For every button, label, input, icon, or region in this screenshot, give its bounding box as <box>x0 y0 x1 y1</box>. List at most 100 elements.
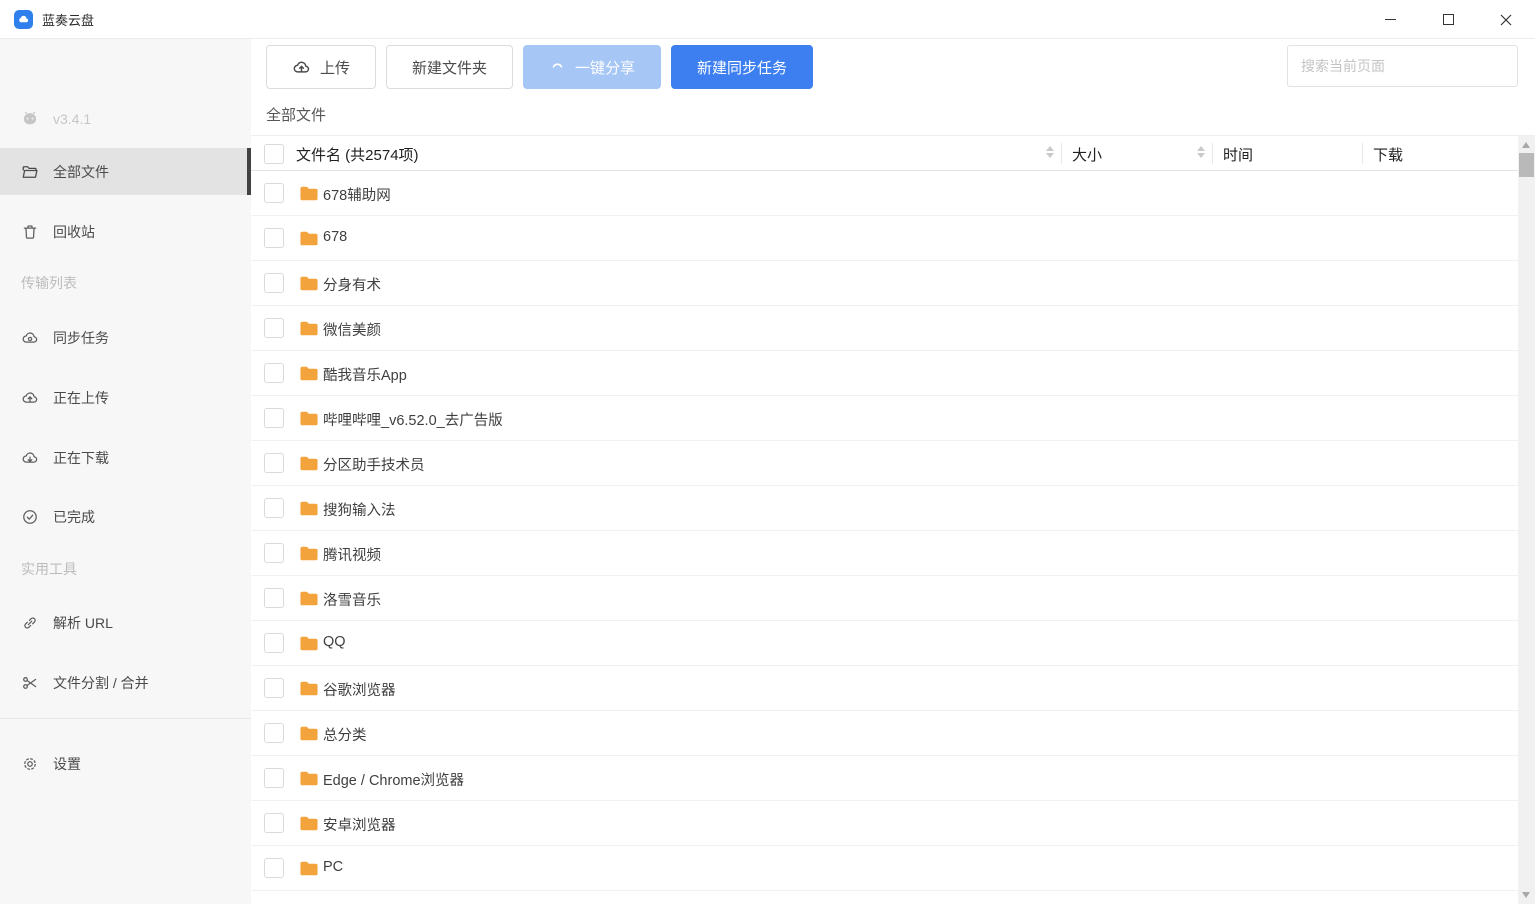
table-row[interactable]: 搜狗输入法 <box>251 486 1518 531</box>
sidebar-item-recycle-bin[interactable]: 回收站 <box>0 209 251 255</box>
file-name[interactable]: 微信美颜 <box>323 319 381 340</box>
folder-icon <box>300 501 318 516</box>
minimize-button[interactable] <box>1361 0 1419 39</box>
file-name[interactable]: 洛雪音乐 <box>323 589 381 610</box>
folder-icon <box>300 726 318 741</box>
file-name[interactable]: 谷歌浏览器 <box>323 679 396 700</box>
file-name[interactable]: PC <box>323 859 343 875</box>
file-name[interactable]: 腾讯视频 <box>323 544 381 565</box>
file-name[interactable]: 678辅助网 <box>323 184 391 205</box>
table-row[interactable]: 安卓浏览器 <box>251 801 1518 846</box>
sort-filename-icon[interactable] <box>1046 146 1054 158</box>
row-checkbox[interactable] <box>264 588 284 608</box>
file-name[interactable]: Edge / Chrome浏览器 <box>323 769 464 790</box>
sidebar-item-downloading[interactable]: 正在下载 <box>0 435 251 481</box>
file-name[interactable]: 搜狗输入法 <box>323 499 396 520</box>
scroll-down-arrow[interactable] <box>1522 892 1530 898</box>
file-name[interactable]: 678 <box>323 229 347 245</box>
row-checkbox[interactable] <box>264 813 284 833</box>
sidebar-item-settings[interactable]: 设置 <box>0 741 251 787</box>
row-checkbox[interactable] <box>264 183 284 203</box>
file-name[interactable]: QQ <box>323 634 346 650</box>
file-name[interactable]: 总分类 <box>323 724 367 745</box>
folder-icon <box>300 366 318 381</box>
sort-size-icon[interactable] <box>1197 146 1205 158</box>
row-checkbox[interactable] <box>264 633 284 653</box>
file-name[interactable]: 分身有术 <box>323 274 381 295</box>
column-header-filename[interactable]: 文件名 (共2574项) <box>296 144 419 165</box>
sidebar-item-split-merge[interactable]: 文件分割 / 合并 <box>0 660 251 706</box>
app-cloud-icon <box>14 10 33 29</box>
table-row[interactable]: 哔哩哔哩_v6.52.0_去广告版 <box>251 396 1518 441</box>
row-checkbox[interactable] <box>264 543 284 563</box>
table-row[interactable]: 腾讯视频 <box>251 531 1518 576</box>
sidebar-item-uploading[interactable]: 正在上传 <box>0 375 251 421</box>
table-row[interactable]: QQ <box>251 621 1518 666</box>
row-checkbox[interactable] <box>264 273 284 293</box>
sidebar-item-completed[interactable]: 已完成 <box>0 494 251 540</box>
quick-share-button[interactable]: 一键分享 <box>523 45 661 89</box>
row-checkbox[interactable] <box>264 498 284 518</box>
table-row[interactable]: PC <box>251 846 1518 891</box>
column-divider <box>1362 143 1363 164</box>
folder-icon <box>300 816 318 831</box>
table-row[interactable]: 678辅助网 <box>251 171 1518 216</box>
close-button[interactable] <box>1477 0 1535 39</box>
new-folder-button[interactable]: 新建文件夹 <box>386 45 513 89</box>
title-bar: 蓝奏云盘 <box>0 0 1535 39</box>
close-icon <box>1500 14 1512 26</box>
sidebar-item-parse-url[interactable]: 解析 URL <box>0 600 251 646</box>
file-name[interactable]: 哔哩哔哩_v6.52.0_去广告版 <box>323 409 503 430</box>
row-checkbox[interactable] <box>264 408 284 428</box>
scrollbar[interactable] <box>1518 136 1535 904</box>
column-header-size[interactable]: 大小 <box>1072 144 1102 165</box>
folder-icon <box>300 861 318 876</box>
row-checkbox[interactable] <box>264 318 284 338</box>
table-row[interactable]: 总分类 <box>251 711 1518 756</box>
row-checkbox[interactable] <box>264 723 284 743</box>
row-checkbox[interactable] <box>264 228 284 248</box>
sidebar-item-all-files[interactable]: 全部文件 <box>0 148 251 195</box>
quick-share-button-label: 一键分享 <box>575 57 635 78</box>
table-row[interactable]: 678 <box>251 216 1518 261</box>
row-checkbox[interactable] <box>264 858 284 878</box>
table-row[interactable]: Edge / Chrome浏览器 <box>251 756 1518 801</box>
row-checkbox[interactable] <box>264 768 284 788</box>
folder-icon <box>300 681 318 696</box>
new-folder-button-label: 新建文件夹 <box>412 57 487 78</box>
sidebar-section-transfer: 传输列表 <box>0 261 251 305</box>
minimize-icon <box>1385 19 1396 20</box>
breadcrumb: 全部文件 <box>266 104 326 125</box>
table-row[interactable]: 分区助手技术员 <box>251 441 1518 486</box>
file-name[interactable]: 分区助手技术员 <box>323 454 425 475</box>
select-all-checkbox[interactable] <box>264 144 284 164</box>
search-input[interactable] <box>1287 45 1518 87</box>
column-header-download[interactable]: 下载 <box>1373 144 1403 165</box>
row-checkbox[interactable] <box>264 363 284 383</box>
scrollbar-thumb[interactable] <box>1519 153 1534 177</box>
folder-icon <box>300 231 318 246</box>
upload-button-label: 上传 <box>320 57 350 78</box>
column-header-time[interactable]: 时间 <box>1223 144 1253 165</box>
new-sync-task-button[interactable]: 新建同步任务 <box>671 45 813 89</box>
maximize-button[interactable] <box>1419 0 1477 39</box>
app-title: 蓝奏云盘 <box>42 10 94 29</box>
scissors-icon <box>21 674 39 692</box>
sidebar: v3.4.1 全部文件 回收站 传输列表 同步任务 正在上传 <box>0 39 251 904</box>
file-name[interactable]: 安卓浏览器 <box>323 814 396 835</box>
table-row[interactable]: 分身有术 <box>251 261 1518 306</box>
table-row[interactable]: 谷歌浏览器 <box>251 666 1518 711</box>
sidebar-version[interactable]: v3.4.1 <box>0 96 251 142</box>
scroll-up-arrow[interactable] <box>1522 142 1530 148</box>
table-row[interactable]: 洛雪音乐 <box>251 576 1518 621</box>
row-checkbox[interactable] <box>264 453 284 473</box>
row-checkbox[interactable] <box>264 678 284 698</box>
folder-icon <box>300 546 318 561</box>
file-name[interactable]: 酷我音乐App <box>323 364 407 385</box>
trash-icon <box>21 223 39 241</box>
table-row[interactable]: 微信美颜 <box>251 306 1518 351</box>
upload-button[interactable]: 上传 <box>266 45 376 89</box>
folder-icon <box>300 276 318 291</box>
table-row[interactable]: 酷我音乐App <box>251 351 1518 396</box>
sidebar-item-sync-tasks[interactable]: 同步任务 <box>0 315 251 361</box>
